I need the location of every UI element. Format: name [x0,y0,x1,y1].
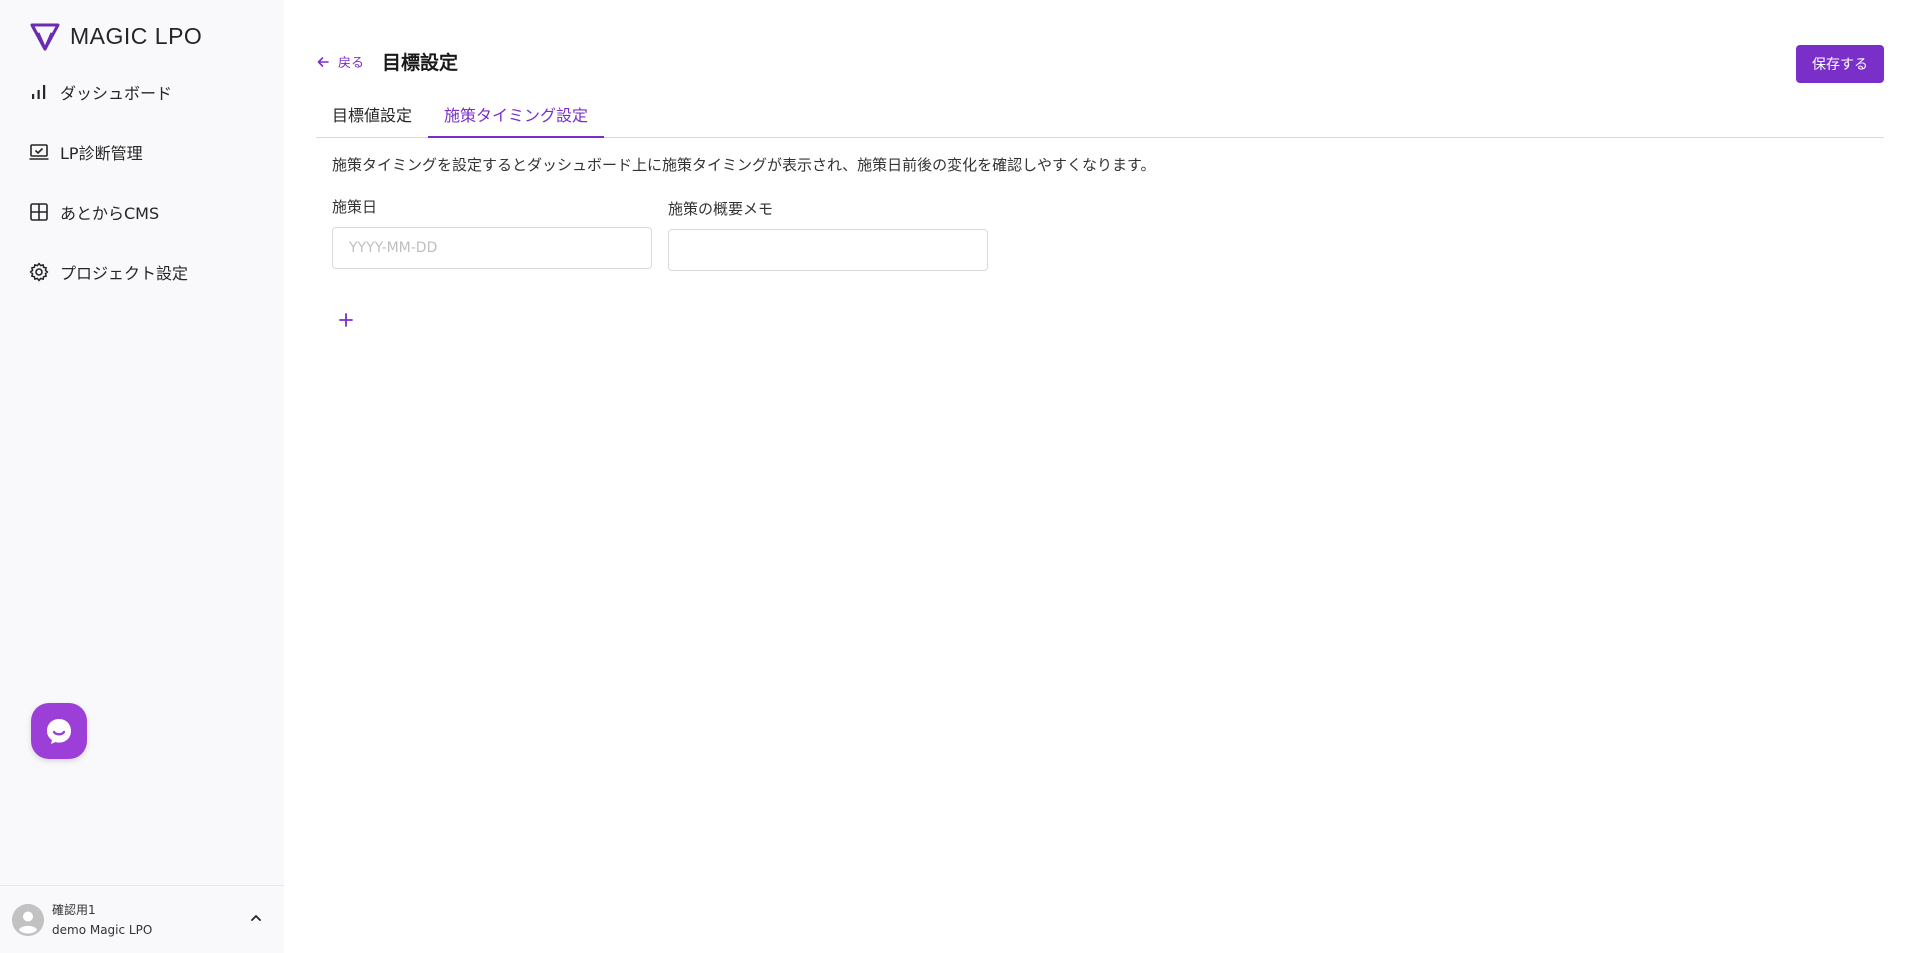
magic-lpo-logo-icon [30,23,60,51]
back-link[interactable]: 戻る [316,52,364,71]
logo[interactable]: MAGIC LPO [28,19,202,53]
arrow-left-icon [317,56,329,67]
measure-date-input[interactable] [332,227,652,269]
sidebar-item-lp-diagnosis[interactable]: LP診断管理 [28,132,188,172]
plus-icon [339,313,353,327]
sidebar-nav: ダッシュボード LP診断管理 あとからCMS プロジェクト設定 [28,72,188,312]
measure-date-label: 施策日 [332,198,378,216]
add-row-button[interactable] [334,308,358,332]
gear-icon [29,262,49,282]
tab-measure-timing[interactable]: 施策タイミング設定 [428,100,605,138]
tab-description: 施策タイミングを設定するとダッシュボード上に施策タイミングが表示され、施策日前後… [332,156,1156,174]
user-avatar-icon [12,903,44,936]
measure-memo-label: 施策の概要メモ [668,200,774,218]
page-header: 戻る 目標設定 [316,48,458,75]
tab-target-values[interactable]: 目標値設定 [316,100,428,138]
user-info: 確認用1 demo Magic LPO [52,900,152,940]
avatar [12,903,44,936]
sidebar-item-label: ダッシュボード [60,84,173,103]
sidebar-item-cms[interactable]: あとからCMS [28,192,188,232]
chat-widget-button[interactable] [31,703,87,759]
logo-text: MAGIC LPO [70,22,203,49]
main-content: 戻る 目標設定 保存する 目標値設定 施策タイミング設定 施策タイミングを設定す… [284,0,1914,953]
measure-memo-input[interactable] [668,229,988,271]
user-org: demo Magic LPO [52,922,153,937]
user-panel[interactable]: 確認用1 demo Magic LPO [0,885,284,953]
sidebar-item-label: プロジェクト設定 [60,264,189,283]
tab-bar: 目標値設定 施策タイミング設定 [316,100,1884,138]
sidebar-item-project-settings[interactable]: プロジェクト設定 [28,252,188,292]
grid-icon [30,203,48,221]
measure-date-field: 施策日 [332,196,652,269]
measure-memo-field: 施策の概要メモ [668,198,988,271]
sidebar: MAGIC LPO ダッシュボード LP診断管理 あとからCMS プロジェクト設… [0,0,284,953]
sidebar-item-label: LP診断管理 [60,144,143,163]
chat-icon [47,719,71,744]
save-button[interactable]: 保存する [1796,45,1884,83]
back-link-label: 戻る [338,56,365,71]
chevron-up-icon[interactable] [248,910,264,926]
page-title: 目標設定 [382,52,459,74]
sidebar-item-dashboard[interactable]: ダッシュボード [28,72,188,112]
sidebar-item-label: あとからCMS [60,204,160,223]
user-name: 確認用1 [52,902,96,917]
bar-chart-icon [32,85,46,99]
laptop-check-icon [29,144,49,160]
